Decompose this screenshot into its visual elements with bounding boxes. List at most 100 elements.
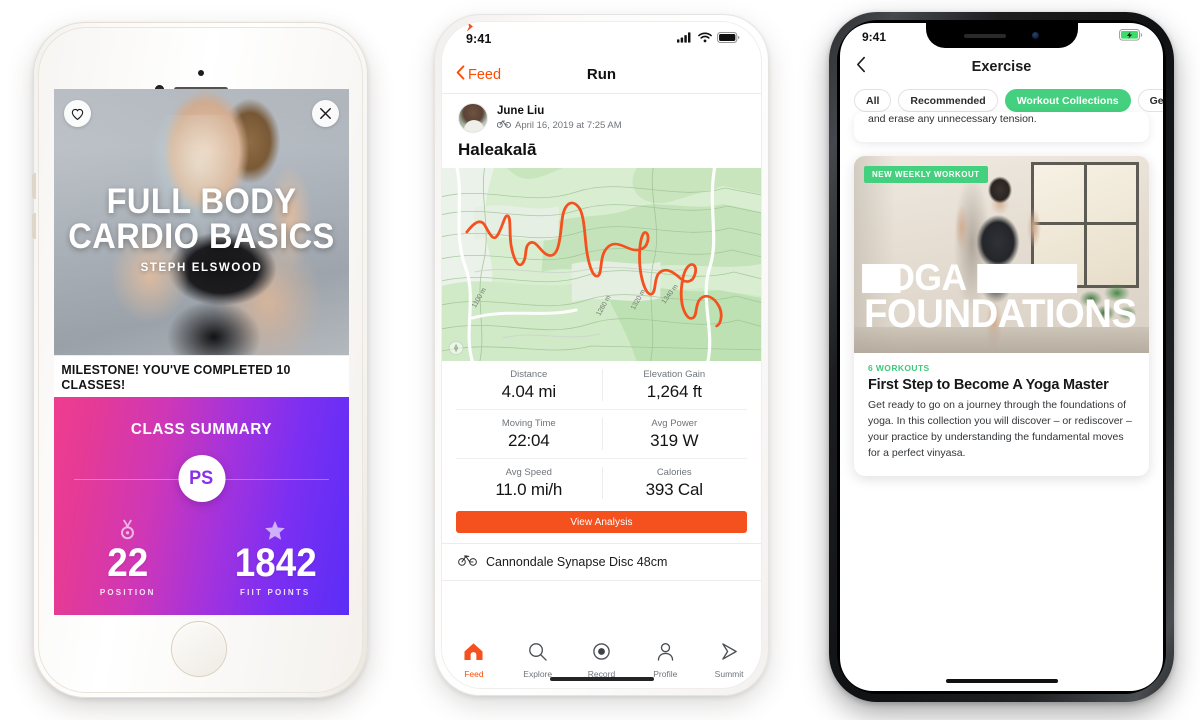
- chip-get[interactable]: Get: [1137, 89, 1163, 112]
- position-value: 22: [107, 541, 149, 585]
- class-instructor: STEPH ELSWOOD: [140, 262, 263, 275]
- record-icon: [591, 642, 612, 666]
- stat-label: Avg Power: [651, 418, 698, 429]
- tab-label: Profile: [653, 668, 678, 679]
- chip-recommended[interactable]: Recommended: [898, 89, 998, 112]
- stat-avg-speed: Avg Speed 11.0 mi/h: [456, 459, 602, 507]
- class-title-line-2: CARDIO BASICS: [68, 216, 335, 256]
- stat-value: 4.04 mi: [501, 382, 557, 401]
- star-icon: [202, 517, 350, 543]
- like-button[interactable]: [64, 100, 91, 127]
- workout-count-label: 6 WORKOUTS: [868, 362, 930, 373]
- search-icon: [527, 642, 548, 666]
- featured-collection-body: 6 WORKOUTS First Step to Become A Yoga M…: [854, 353, 1149, 476]
- user-initials-text: PS: [189, 467, 214, 489]
- phone-2-bezel: 9:41 Feed Run June Liu April 16, 2019 at…: [441, 21, 762, 689]
- close-button[interactable]: [312, 100, 339, 127]
- tab-record[interactable]: Record: [570, 642, 634, 679]
- featured-overlay-title: YOGA FOUNDATIONS: [854, 259, 1149, 336]
- home-indicator[interactable]: [945, 679, 1058, 683]
- volume-down-button[interactable]: [32, 213, 36, 239]
- chevron-badge-icon: [719, 642, 740, 666]
- overlay-line-2: FOUNDATIONS: [864, 291, 1137, 336]
- close-icon: [320, 108, 331, 119]
- phone-1-device: FULL BODY CARDIO BASICS STEPH ELSWOOD MI…: [32, 22, 368, 698]
- post-date: April 16, 2019 at 7:25 AM: [515, 119, 622, 131]
- tab-label: Summit: [714, 668, 744, 679]
- status-time: 9:41: [862, 29, 887, 44]
- stat-label: Distance: [510, 369, 548, 380]
- stats-row: Distance 4.04 mi Elevation Gain 1,264 ft: [456, 361, 747, 410]
- stat-value: 11.0 mi/h: [495, 480, 563, 499]
- stat-moving-time: Moving Time 22:04: [456, 410, 602, 458]
- milestone-text: MILESTONE! YOU'VE COMPLETED 10 CLASSES!: [61, 361, 291, 392]
- tab-summit[interactable]: Summit: [697, 642, 761, 679]
- wifi-icon: [698, 30, 712, 48]
- volume-up-button[interactable]: [32, 173, 36, 199]
- tab-feed[interactable]: Feed: [442, 642, 506, 679]
- new-weekly-workout-badge: NEW WEEKLY WORKOUT: [864, 165, 988, 183]
- gear-name: Cannondale Synapse Disc 48cm: [486, 555, 668, 569]
- stat-value: 1,264 ft: [646, 382, 702, 401]
- tab-explore[interactable]: Explore: [506, 642, 570, 679]
- class-summary-panel: CLASS SUMMARY PS 22 POSITION 1842 FIIT P…: [54, 397, 349, 615]
- overlay-block-right: [977, 263, 1078, 293]
- milestone-banner: MILESTONE! YOU'VE COMPLETED 10 CLASSES!: [54, 355, 349, 397]
- activity-title: Haleakalā: [458, 140, 537, 159]
- status-indicators: [677, 30, 740, 48]
- post-header: June Liu April 16, 2019 at 7:25 AM: [442, 22, 761, 136]
- tab-label: Explore: [523, 668, 553, 679]
- post-author-name: June Liu: [497, 104, 545, 117]
- overlay-block-left: [862, 263, 901, 293]
- tab-profile[interactable]: Profile: [633, 642, 697, 679]
- proximity-sensor: [198, 70, 204, 76]
- class-title-block: FULL BODY CARDIO BASICS STEPH ELSWOOD: [54, 182, 349, 275]
- stat-avg-power: Avg Power 319 W: [601, 410, 748, 458]
- stat-value: 319 W: [650, 431, 699, 450]
- medal-icon: [54, 517, 202, 543]
- navigation-bar: Exercise: [840, 50, 1163, 84]
- heart-icon: [71, 108, 84, 120]
- stats-row: Moving Time 22:04 Avg Power 319 W: [456, 410, 747, 459]
- phone-3-screen: 9:41 Exercise All Recommended Workout Co…: [840, 23, 1163, 691]
- status-time: 9:41: [466, 32, 492, 46]
- collection-title: First Step to Become A Yoga Master: [868, 376, 1109, 393]
- points-label: FIIT POINTS: [240, 588, 311, 597]
- navigation-bar: Feed Run: [442, 56, 761, 94]
- chip-workout-collections[interactable]: Workout Collections: [1004, 89, 1131, 112]
- battery-icon: [717, 30, 740, 48]
- phone-2-device: 9:41 Feed Run June Liu April 16, 2019 at…: [434, 14, 769, 696]
- compass-icon: [448, 341, 464, 355]
- peek-card-text: and erase any unnecessary tension.: [868, 113, 1037, 125]
- map-canvas: 1100 m 1260 m 1320 m 1340 m: [442, 168, 761, 361]
- summary-stat-points: 1842 FIIT POINTS: [202, 517, 350, 597]
- stat-value: 22:04: [507, 431, 550, 450]
- user-initials-badge: PS: [178, 455, 225, 502]
- class-summary-title: CLASS SUMMARY: [130, 421, 273, 438]
- chip-all[interactable]: All: [854, 89, 892, 112]
- class-hero-image: FULL BODY CARDIO BASICS STEPH ELSWOOD: [54, 89, 349, 355]
- stat-value: 393 Cal: [645, 480, 703, 499]
- summary-stats-row: 22 POSITION 1842 FIIT POINTS: [54, 517, 349, 597]
- stats-row: Avg Speed 11.0 mi/h Calories 393 Cal: [456, 459, 747, 507]
- route-map[interactable]: 1100 m 1260 m 1320 m 1340 m: [442, 168, 761, 361]
- featured-collection-card[interactable]: NEW WEEKLY WORKOUT YOGA FOUNDATIONS 6 WO…: [854, 155, 1149, 476]
- stat-label: Moving Time: [501, 418, 556, 429]
- post-author-block: June Liu April 16, 2019 at 7:25 AM: [496, 104, 622, 133]
- points-value: 1842: [234, 541, 317, 585]
- avatar[interactable]: [458, 103, 488, 133]
- stat-label: Calories: [656, 467, 692, 478]
- stat-elevation-gain: Elevation Gain 1,264 ft: [601, 361, 748, 409]
- bicycle-icon: [458, 553, 477, 571]
- gear-row[interactable]: Cannondale Synapse Disc 48cm: [442, 543, 761, 581]
- phone-2-notch: [538, 22, 665, 44]
- view-analysis-button[interactable]: View Analysis: [456, 511, 747, 533]
- home-button[interactable]: [171, 621, 227, 677]
- home-indicator[interactable]: [549, 677, 654, 681]
- person-icon: [655, 642, 676, 666]
- scrolled-card-peek[interactable]: and erase any unnecessary tension.: [854, 112, 1149, 142]
- earpiece-speaker: [964, 33, 1006, 38]
- class-title-line-1: FULL BODY: [106, 182, 297, 221]
- battery-charging-icon: [1119, 28, 1143, 46]
- overlay-line-1: YOGA: [862, 259, 1128, 296]
